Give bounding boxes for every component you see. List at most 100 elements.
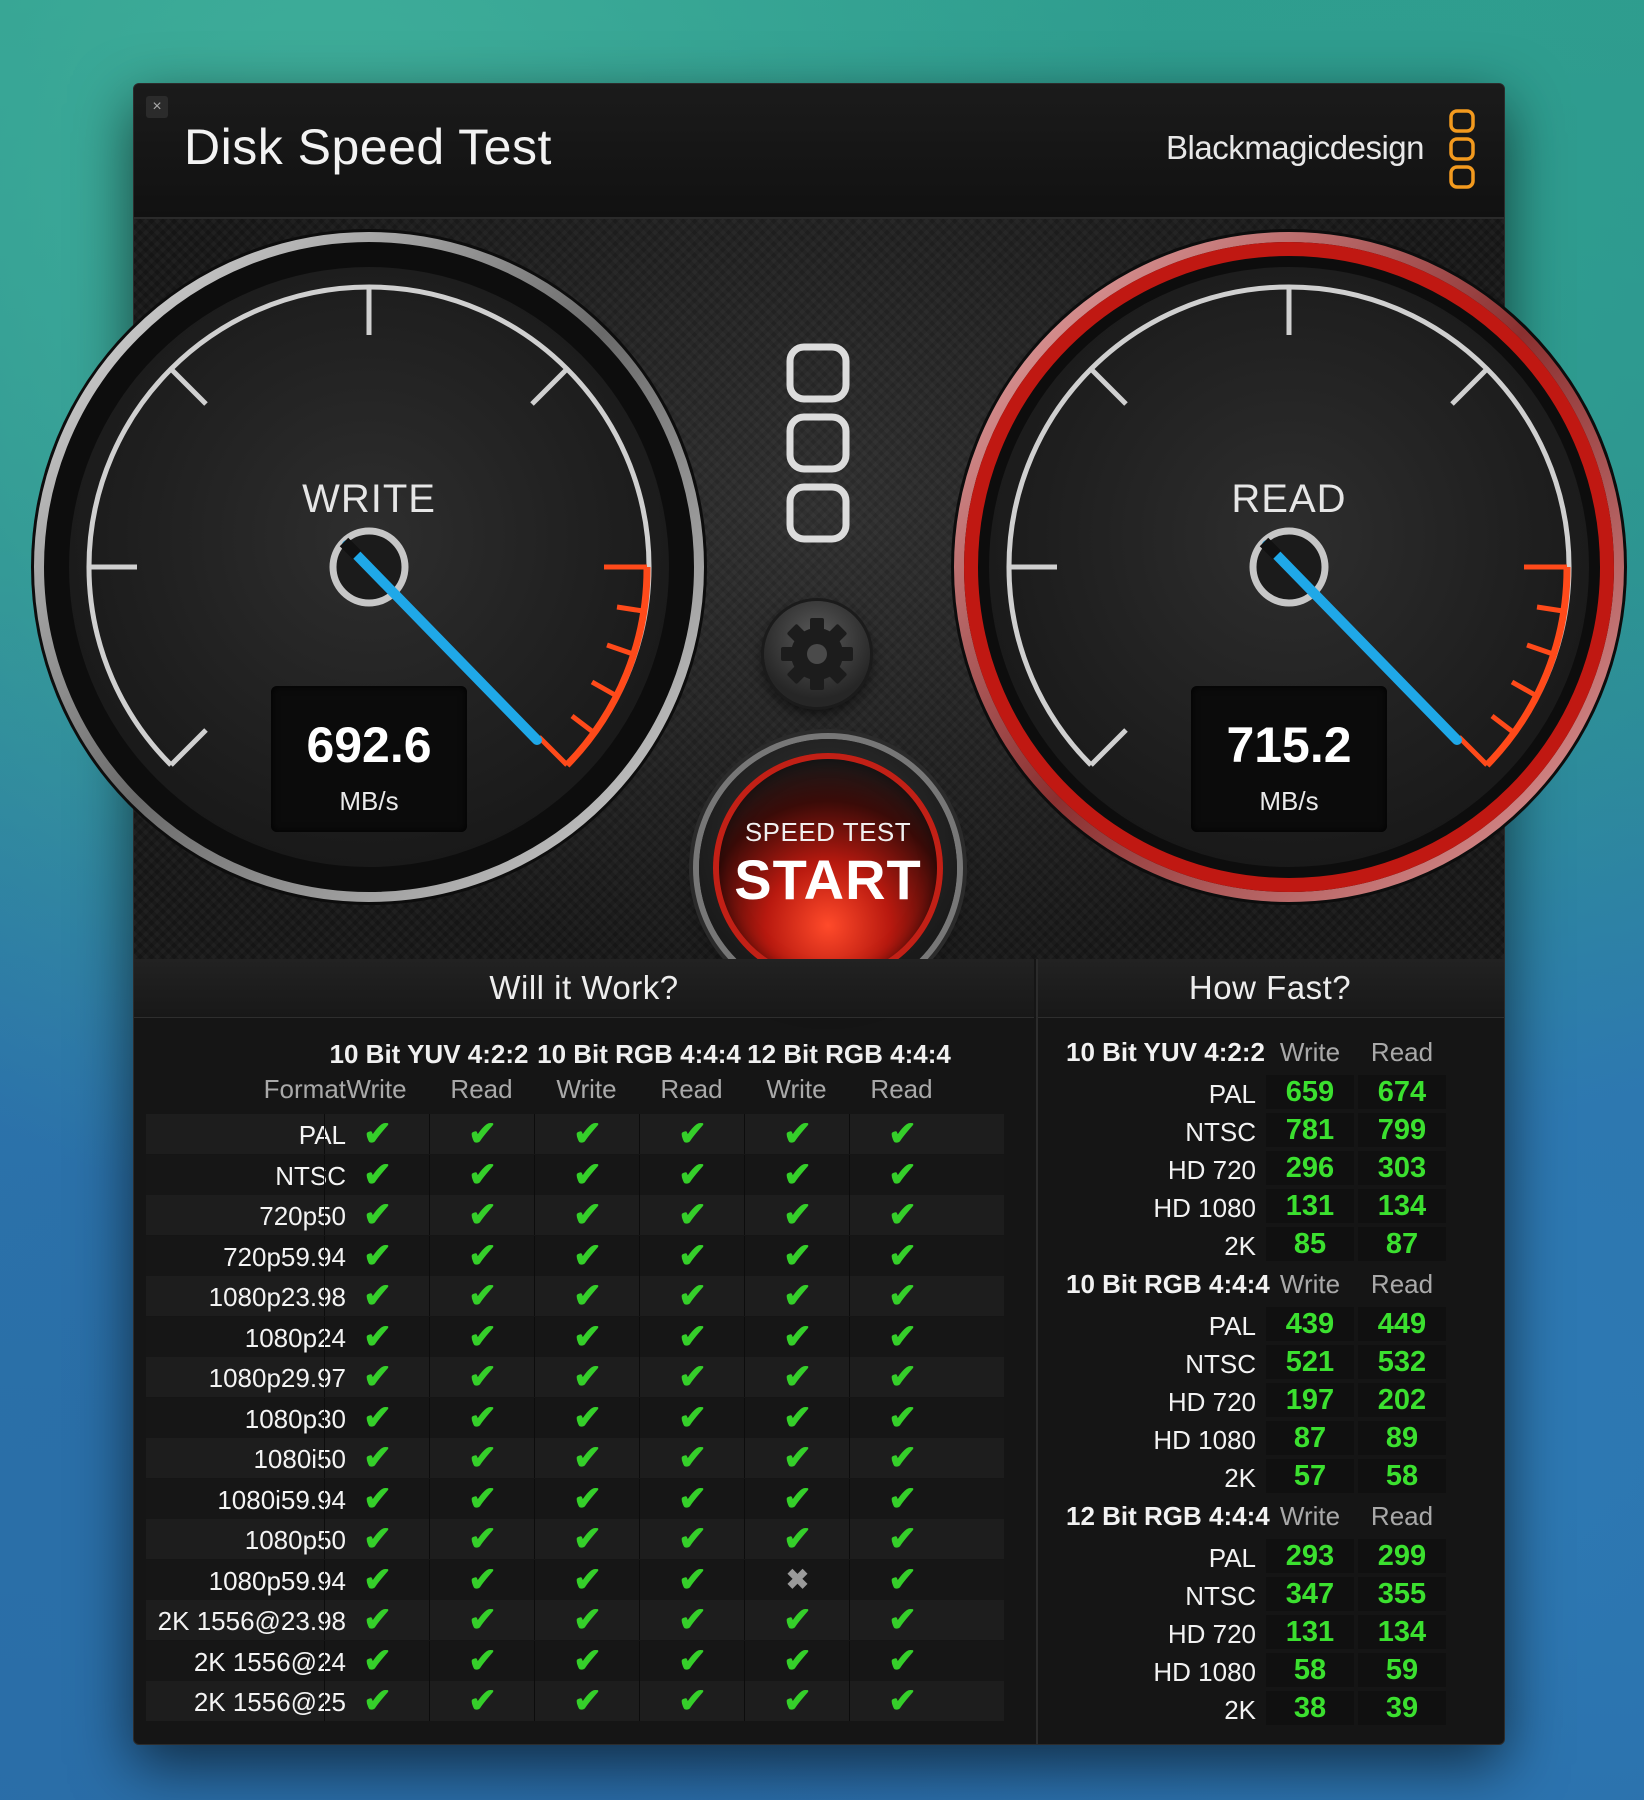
- checkmark-icon: ✔: [324, 1357, 430, 1397]
- fast-format-label: HD 1080: [1153, 1657, 1256, 1687]
- format-label: 2K 1556@25: [193, 1687, 346, 1717]
- fast-format-label: 2K: [1224, 1695, 1256, 1725]
- format-label: 720p59.94: [223, 1241, 346, 1272]
- checkmark-icon: ✔: [324, 1154, 430, 1195]
- checkmark-icon: ✔: [849, 1600, 955, 1640]
- fast-read-value: 303: [1358, 1151, 1446, 1185]
- fast-write-value: 781: [1266, 1113, 1354, 1147]
- checkmark-icon: ✔: [639, 1357, 745, 1397]
- fast-write-value: 57: [1266, 1459, 1354, 1493]
- format-label: 1080p24: [244, 1322, 346, 1353]
- fast-format-label: PAL: [1208, 1311, 1256, 1341]
- checkmark-icon: ✔: [849, 1114, 955, 1154]
- fast-format-label: HD 1080: [1153, 1193, 1256, 1223]
- checkmark-icon: ✔: [744, 1114, 850, 1154]
- checkmark-icon: ✔: [534, 1357, 640, 1397]
- fast-read-header: Read: [1370, 1269, 1434, 1299]
- fast-write-value: 131: [1266, 1189, 1354, 1223]
- will-it-work-panel: 10 Bit YUV 4:2:2 10 Bit RGB 4:4:4 12 Bit R…: [134, 959, 1034, 1744]
- fast-group-title: 12 Bit RGB 4:4:4: [1066, 1501, 1270, 1531]
- checkmark-icon: ✔: [744, 1681, 850, 1721]
- read-speed-unit: MB/s: [1259, 786, 1319, 816]
- checkmark-icon: ✔: [534, 1316, 640, 1357]
- checkmark-icon: ✔: [429, 1478, 535, 1519]
- title-bar: × Disk Speed Test Blackmagicdesign: [134, 84, 1504, 219]
- fast-format-label: NTSC: [1185, 1349, 1256, 1379]
- checkmark-icon: ✔: [639, 1276, 745, 1316]
- fast-write-value: 197: [1266, 1383, 1354, 1417]
- column-header-read: Read: [660, 1074, 723, 1104]
- checkmark-icon: ✔: [429, 1559, 535, 1600]
- checkmark-icon: ✔: [429, 1438, 535, 1478]
- fast-format-label: PAL: [1208, 1543, 1256, 1573]
- format-label: 1080p23.98: [208, 1282, 346, 1312]
- checkmark-icon: ✔: [534, 1438, 640, 1478]
- fast-read-value: 355: [1358, 1577, 1446, 1611]
- checkmark-icon: ✔: [744, 1154, 850, 1195]
- format-label: 1080p29.97: [208, 1363, 346, 1393]
- checkmark-icon: ✔: [534, 1276, 640, 1316]
- checkmark-icon: ✔: [324, 1276, 430, 1316]
- column-header-write: Write: [556, 1074, 617, 1104]
- format-label: 1080i50: [253, 1444, 346, 1474]
- write-readout: 692.6 MB/s: [271, 686, 467, 832]
- fast-read-header: Read: [1370, 1037, 1434, 1067]
- checkmark-icon: ✔: [639, 1681, 745, 1721]
- checkmark-icon: ✔: [849, 1397, 955, 1438]
- checkmark-icon: ✔: [639, 1235, 745, 1276]
- checkmark-icon: ✔: [639, 1316, 745, 1357]
- fast-write-value: 296: [1266, 1151, 1354, 1185]
- fast-write-header: Write: [1279, 1269, 1341, 1299]
- gauge-panel: WRITE 692.6 MB/s READ 715.2 MB/s SPEED T…: [31, 219, 1627, 997]
- checkmark-icon: ✔: [849, 1478, 955, 1519]
- start-button-caption: SPEED TEST: [744, 817, 912, 847]
- checkmark-icon: ✔: [429, 1154, 535, 1195]
- checkmark-icon: ✔: [639, 1600, 745, 1640]
- settings-button[interactable]: [764, 601, 870, 707]
- checkmark-icon: ✔: [429, 1235, 535, 1276]
- checkmark-icon: ✔: [744, 1195, 850, 1235]
- format-label: 1080p30: [244, 1403, 346, 1434]
- checkmark-icon: ✔: [324, 1397, 430, 1438]
- format-label: PAL: [298, 1120, 346, 1150]
- app-window: × Disk Speed Test Blackmagicdesign WRITE…: [31, 83, 1627, 1745]
- fast-read-value: 449: [1358, 1307, 1446, 1341]
- gear-icon: [781, 618, 853, 690]
- checkmark-icon: ✔: [849, 1154, 955, 1195]
- write-gauge-label: WRITE: [302, 477, 436, 521]
- checkmark-icon: ✔: [324, 1600, 430, 1640]
- checkmark-icon: ✔: [849, 1681, 955, 1721]
- checkmark-icon: ✔: [639, 1640, 745, 1681]
- checkmark-icon: ✔: [744, 1235, 850, 1276]
- fast-read-value: 59: [1358, 1653, 1446, 1687]
- checkmark-icon: ✔: [849, 1195, 955, 1235]
- checkmark-icon: ✔: [429, 1640, 535, 1681]
- write-speed-value: 692.6: [306, 717, 432, 773]
- checkmark-icon: ✔: [849, 1438, 955, 1478]
- checkmark-icon: ✔: [744, 1519, 850, 1559]
- checkmark-icon: ✔: [324, 1559, 430, 1600]
- checkmark-icon: ✔: [849, 1519, 955, 1559]
- checkmark-icon: ✔: [639, 1154, 745, 1195]
- fast-format-label: NTSC: [1185, 1581, 1256, 1611]
- checkmark-icon: ✔: [534, 1114, 640, 1154]
- checkmark-icon: ✔: [324, 1235, 430, 1276]
- checkmark-icon: ✔: [429, 1600, 535, 1640]
- format-label: 720p50: [259, 1201, 346, 1231]
- checkmark-icon: ✔: [534, 1195, 640, 1235]
- checkmark-icon: ✔: [534, 1640, 640, 1681]
- checkmark-icon: ✔: [534, 1154, 640, 1195]
- read-speed-value: 715.2: [1226, 717, 1352, 773]
- cross-icon: ✖: [744, 1559, 850, 1600]
- format-label: 1080i59.94: [217, 1484, 346, 1515]
- fast-format-label: 2K: [1224, 1231, 1256, 1261]
- group-heading: 10 Bit RGB 4:4:4: [537, 1039, 741, 1069]
- checkmark-icon: ✔: [849, 1640, 955, 1681]
- checkmark-icon: ✔: [849, 1357, 955, 1397]
- checkmark-icon: ✔: [429, 1276, 535, 1316]
- checkmark-icon: ✔: [744, 1438, 850, 1478]
- checkmark-icon: ✔: [534, 1519, 640, 1559]
- close-button[interactable]: ×: [146, 96, 168, 118]
- checkmark-icon: ✔: [639, 1397, 745, 1438]
- fast-read-header: Read: [1370, 1501, 1434, 1531]
